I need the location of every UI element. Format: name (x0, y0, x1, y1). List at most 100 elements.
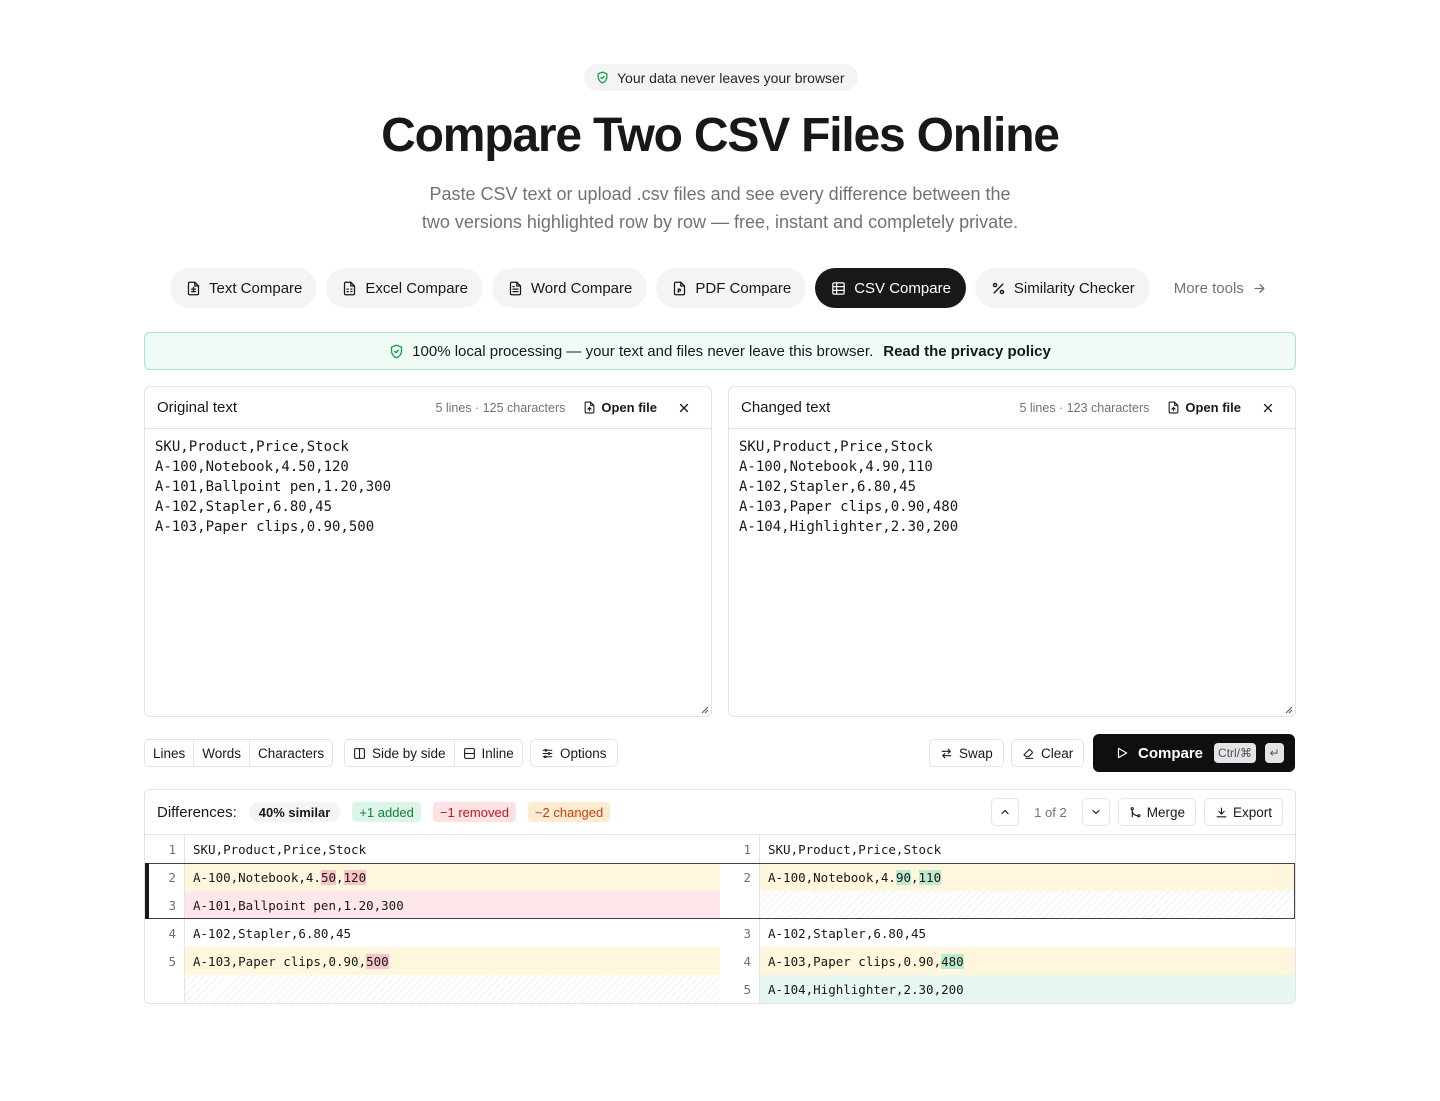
original-textarea[interactable]: SKU,Product,Price,Stock A-100,Notebook,4… (145, 429, 711, 545)
percent-icon (992, 282, 1005, 294)
right-cell: SKU,Product,Price,Stock (760, 835, 1295, 863)
granularity-characters[interactable]: Characters (250, 740, 332, 766)
prev-change-button[interactable] (991, 798, 1020, 826)
file-upload-icon (585, 401, 595, 414)
right-line-number: 4 (720, 947, 760, 975)
diff-text: A-103,Paper clips,0.90, (768, 953, 942, 969)
diff-title: Differences: (157, 803, 237, 821)
privacy-badge-text: Your data never leaves your browser (617, 69, 845, 86)
tab-pdf-compare[interactable]: PDF Compare (656, 268, 807, 308)
changed-open-file-button[interactable]: Open file (1167, 400, 1241, 415)
view-inline[interactable]: Inline (455, 740, 522, 766)
diff-text: A-102,Stapler,6.80,45 (768, 925, 927, 941)
more-tools-link[interactable]: More tools (1159, 268, 1277, 308)
export-label: Export (1232, 804, 1272, 820)
shortcut-key: Ctrl/⌘ (1214, 743, 1257, 763)
diff-text: SKU,Product,Price,Stock (193, 841, 367, 857)
diff-text: A-100,Notebook,4. (768, 869, 896, 885)
diff-text: A-100,Notebook,4. (193, 869, 321, 885)
left-cell (185, 975, 720, 1003)
tab-label: Similarity Checker (1013, 279, 1135, 297)
eraser-icon (1023, 748, 1034, 759)
original-text-panel: Original text 5 lines · 125 characters O… (144, 386, 712, 717)
resize-handle-icon[interactable] (1285, 706, 1293, 714)
changed-token: 110 (918, 869, 942, 885)
page-title: Compare Two CSV Files Online (381, 109, 1060, 162)
diff-row[interactable]: 5 A-103,Paper clips,0.90, 500 4 A-103,Paper … (145, 947, 1295, 975)
changed-token: 50 (320, 869, 336, 885)
download-icon (1216, 807, 1227, 817)
left-cell: A-100,Notebook,4. 50, 120 (185, 863, 720, 891)
compare-button[interactable]: Compare Ctrl/⌘ ↵ (1093, 734, 1295, 772)
left-cell: A-102,Stapler,6.80,45 (185, 919, 720, 947)
left-line-number: 1 (145, 835, 185, 863)
close-icon[interactable] (677, 401, 691, 415)
diff-row[interactable]: 4 A-102,Stapler,6.80,45 3 A-102,Stapler,6.8… (145, 919, 1295, 947)
panel-header: Original text 5 lines · 125 characters O… (145, 387, 711, 429)
diff-result-panel: Differences: 40% similar +1 added −1 rem… (144, 789, 1296, 1004)
left-cell: A-103,Paper clips,0.90, 500 (185, 947, 720, 975)
original-meta: 5 lines · 125 characters (435, 400, 566, 415)
shield-check-icon (390, 344, 403, 358)
resize-handle-icon[interactable] (701, 706, 709, 714)
left-line-number: 4 (145, 919, 185, 947)
tab-csv-compare[interactable]: CSV Compare (815, 268, 966, 308)
tab-text-compare[interactable]: Text Compare (170, 268, 318, 308)
privacy-badge: Your data never leaves your browser (584, 64, 858, 91)
diff-text: A-104,Highlighter,2.30,200 (768, 981, 964, 997)
diff-text: A-103,Paper clips,0.90, (193, 953, 367, 969)
original-open-file-button[interactable]: Open file (583, 400, 657, 415)
tab-similarity-checker[interactable]: Similarity Checker (974, 268, 1150, 308)
removed-badge: −1 removed (432, 802, 516, 822)
left-line-number: 3 (145, 891, 185, 919)
tab-excel-compare[interactable]: Excel Compare (326, 268, 483, 308)
view-mode-toggle: Side by side Inline (344, 739, 523, 767)
diff-text: A-102,Stapler,6.80,45 (193, 925, 352, 941)
diff-row[interactable]: 1 SKU,Product,Price,Stock 1 SKU,Product,Pri… (145, 835, 1295, 863)
tab-word-compare[interactable]: Word Compare (491, 268, 648, 308)
granularity-words[interactable]: Words (194, 740, 251, 766)
diff-row[interactable]: 5 A-104,Highlighter,2.30,200 (145, 975, 1295, 1003)
diff-text: SKU,Product,Price,Stock (768, 841, 942, 857)
diff-text: A-101,Ballpoint pen,1.20,300 (193, 897, 404, 913)
rows-icon (463, 747, 475, 759)
merge-button[interactable]: Merge (1117, 798, 1196, 826)
changed-token: 90 (895, 869, 911, 885)
close-icon[interactable] (1261, 401, 1275, 415)
similarity-badge: 40% similar (248, 802, 341, 822)
swap-button[interactable]: Swap (929, 739, 1004, 767)
export-button[interactable]: Export (1203, 798, 1283, 826)
original-title: Original text (157, 399, 238, 416)
added-badge: +1 added (352, 802, 421, 822)
changed-textarea[interactable]: SKU,Product,Price,Stock A-100,Notebook,4… (729, 429, 1295, 545)
tool-tabs: Text Compare Excel Compare Word Compare … (170, 268, 1277, 308)
play-icon (1117, 747, 1128, 759)
sliders-icon (542, 748, 553, 758)
clear-button[interactable]: Clear (1011, 739, 1085, 767)
right-cell: A-103,Paper clips,0.90, 480 (760, 947, 1295, 975)
swap-arrows-icon (941, 748, 952, 758)
view-side-by-side[interactable]: Side by side (345, 740, 455, 766)
diff-row[interactable]: 3 A-101,Ballpoint pen,1.20,300 (145, 891, 1295, 919)
clear-label: Clear (1041, 745, 1074, 761)
privacy-policy-link[interactable]: Read the privacy policy (883, 343, 1051, 360)
left-line-number: 5 (145, 947, 185, 975)
file-upload-icon (1169, 401, 1179, 414)
file-doc-icon (509, 281, 522, 295)
left-line-number: 2 (145, 863, 185, 891)
right-cell: A-102,Stapler,6.80,45 (760, 919, 1295, 947)
left-cell: SKU,Product,Price,Stock (185, 835, 720, 863)
arrow-right-icon (1254, 283, 1265, 293)
diff-row[interactable]: 2 A-100,Notebook,4. 50, 120 2 A-100,Notebook,… (145, 863, 1295, 891)
left-line-number (145, 975, 185, 1003)
file-pdf-icon (674, 281, 686, 295)
next-change-button[interactable] (1081, 798, 1110, 826)
right-cell: A-100,Notebook,4. 90, 110 (760, 863, 1295, 891)
git-merge-icon (1130, 806, 1141, 817)
granularity-lines[interactable]: Lines (145, 740, 195, 766)
options-button[interactable]: Options (530, 739, 618, 767)
options-label: Options (560, 745, 607, 761)
changed-title: Changed text (741, 399, 831, 416)
open-file-label: Open file (1185, 400, 1241, 415)
diff-text: , (336, 869, 344, 885)
